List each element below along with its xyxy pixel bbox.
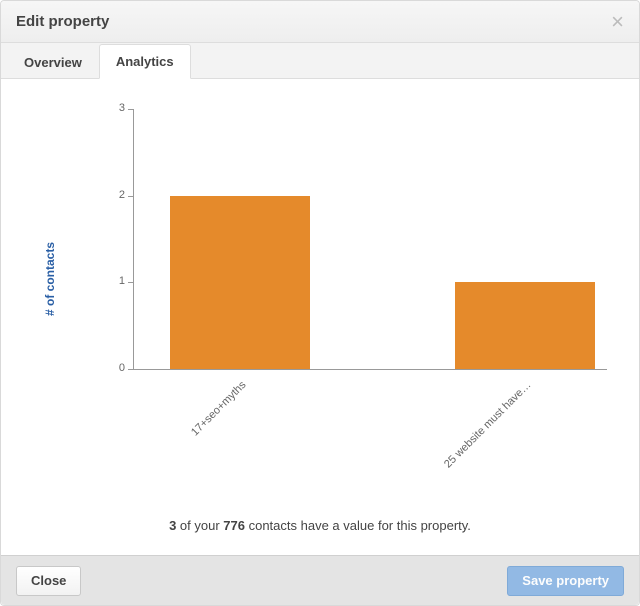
y-tick — [128, 369, 133, 370]
modal-footer: Close Save property — [1, 555, 639, 605]
x-tick-label: 17+seo+myths — [148, 379, 248, 479]
summary-line: 3 of your 776 contacts have a value for … — [1, 518, 639, 533]
x-axis-line — [133, 369, 607, 370]
modal-title: Edit property — [16, 13, 109, 30]
y-axis-line — [133, 109, 134, 369]
edit-property-modal: Edit property × Overview Analytics # of … — [0, 0, 640, 606]
modal-header: Edit property × — [1, 1, 639, 43]
y-tick-label: 0 — [111, 362, 125, 374]
y-tick — [128, 109, 133, 110]
y-tick-label: 1 — [111, 275, 125, 287]
y-tick — [128, 196, 133, 197]
x-tick-label: 25 website must have… — [433, 379, 533, 479]
plot-area: 0 1 2 3 17+seo+myths 25 website must hav… — [55, 109, 607, 369]
bar-1 — [455, 282, 595, 369]
y-tick-label: 2 — [111, 189, 125, 201]
tab-analytics[interactable]: Analytics — [99, 44, 191, 79]
tab-overview[interactable]: Overview — [7, 44, 99, 79]
tabs: Overview Analytics — [1, 43, 639, 79]
y-tick — [128, 282, 133, 283]
bar-0 — [170, 196, 310, 369]
analytics-chart: # of contacts 0 1 2 3 — [15, 89, 625, 469]
close-button[interactable]: Close — [16, 566, 81, 596]
close-icon[interactable]: × — [611, 11, 624, 33]
modal-body: # of contacts 0 1 2 3 — [1, 79, 639, 555]
summary-total: 776 — [223, 518, 245, 533]
save-property-button[interactable]: Save property — [507, 566, 624, 596]
y-tick-label: 3 — [111, 102, 125, 114]
